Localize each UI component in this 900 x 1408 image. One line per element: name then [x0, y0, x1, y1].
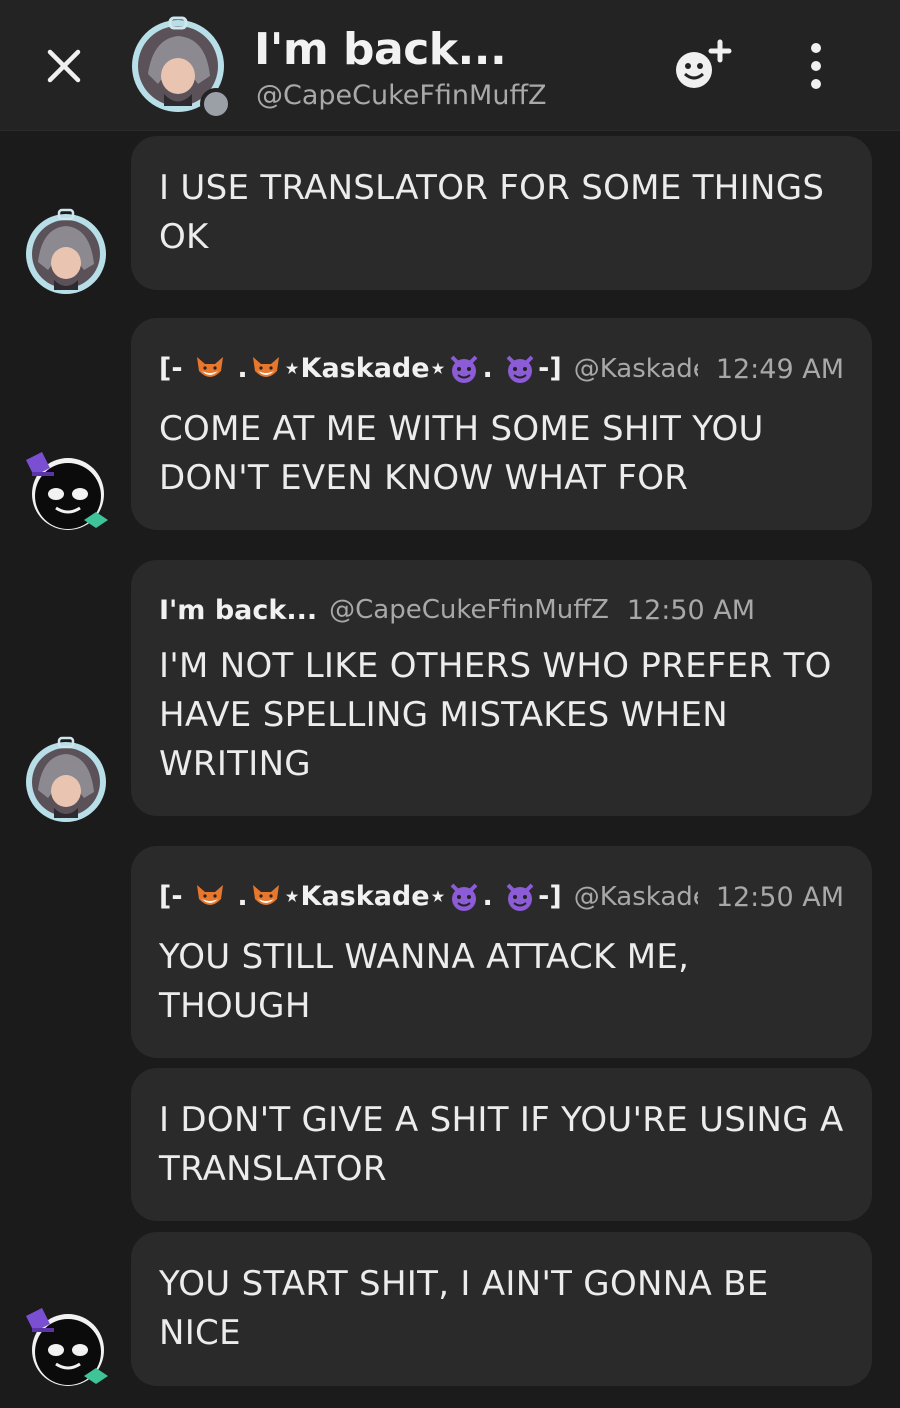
avatar[interactable] [22, 208, 110, 296]
message-text: YOU STILL WANNA ATTACK ME, THOUGH [159, 937, 690, 1026]
author-name[interactable]: I'm back... [159, 595, 317, 626]
fox-emoji-icon [196, 357, 223, 378]
message-meta: [- . ⋆Kaskade⋆ . -] @Kask [159, 877, 844, 917]
close-icon [47, 49, 81, 83]
author-handle[interactable]: @CapeCukeFfinMuffZ [329, 595, 609, 625]
author-suffix: -] [538, 352, 562, 384]
timestamp: 12:50 AM [715, 881, 844, 913]
timestamp: 12:50 AM [626, 594, 756, 626]
message-text: I USE TRANSLATOR FOR SOME THINGS OK [159, 168, 825, 257]
author-name[interactable]: [- . ⋆Kaskade⋆ . -] [159, 353, 562, 386]
author-handle[interactable]: @KaskadeF [574, 882, 698, 912]
message-text: COME AT ME WITH SOME SHIT YOU DON'T EVEN… [159, 409, 764, 498]
message-bubble[interactable]: [- . ⋆Kaskade⋆ . -] @Kask [131, 846, 872, 1058]
header-handle: @CapeCukeFfinMuffZ [256, 80, 547, 111]
avatar[interactable] [22, 446, 110, 534]
devil-emoji-icon [506, 355, 534, 384]
status-indicator [200, 88, 232, 120]
author-middle: . [227, 880, 248, 912]
author-name-text: ⋆Kaskade⋆ [283, 880, 447, 912]
message-text: YOU START SHIT, I AIN'T GONNA BE NICE [159, 1264, 769, 1353]
more-options-button[interactable] [800, 40, 832, 92]
page-title: I'm back... [254, 24, 507, 75]
message-text: I'M NOT LIKE OTHERS WHO PREFER TO HAVE S… [159, 646, 832, 784]
author-prefix: [- [159, 880, 192, 912]
message-meta: [- . ⋆Kaskade⋆ . -] @Kask [159, 349, 844, 389]
author-middle: . [227, 352, 248, 384]
avatar[interactable] [22, 736, 110, 824]
message-text: I DON'T GIVE A SHIT IF YOU'RE USING A TR… [159, 1100, 844, 1189]
author-name-text: ⋆Kaskade⋆ [283, 352, 447, 384]
message-bubble[interactable]: [- . ⋆Kaskade⋆ . -] @Kask [131, 318, 872, 530]
message-bubble[interactable]: I'm back... @CapeCukeFfinMuffZ 12:50 AM … [131, 560, 872, 816]
author-dot: . [482, 352, 493, 384]
fox-emoji-icon [252, 885, 279, 906]
avatar[interactable] [22, 1302, 110, 1390]
add-friend-icon [676, 39, 732, 88]
timestamp: 12:49 AM [715, 353, 844, 385]
author-name[interactable]: [- . ⋆Kaskade⋆ . -] [159, 881, 562, 914]
author-handle[interactable]: @KaskadeF [574, 354, 698, 384]
chat-header: I'm back... @CapeCukeFfinMuffZ [0, 0, 900, 131]
author-dot: . [482, 880, 493, 912]
devil-emoji-icon [451, 355, 478, 384]
author-suffix: -] [538, 880, 562, 912]
devil-emoji-icon [451, 883, 478, 912]
message-meta: I'm back... @CapeCukeFfinMuffZ 12:50 AM [159, 590, 844, 630]
author-prefix: [- [159, 352, 192, 384]
more-vertical-icon [811, 43, 821, 89]
message-bubble[interactable]: I USE TRANSLATOR FOR SOME THINGS OK [131, 136, 872, 290]
message-bubble[interactable]: I DON'T GIVE A SHIT IF YOU'RE USING A TR… [131, 1068, 872, 1221]
add-friend-button[interactable] [672, 38, 736, 94]
devil-emoji-icon [506, 883, 534, 912]
message-bubble[interactable]: YOU START SHIT, I AIN'T GONNA BE NICE [131, 1232, 872, 1386]
fox-emoji-icon [196, 885, 223, 906]
close-button[interactable] [44, 46, 84, 86]
fox-emoji-icon [252, 357, 279, 378]
